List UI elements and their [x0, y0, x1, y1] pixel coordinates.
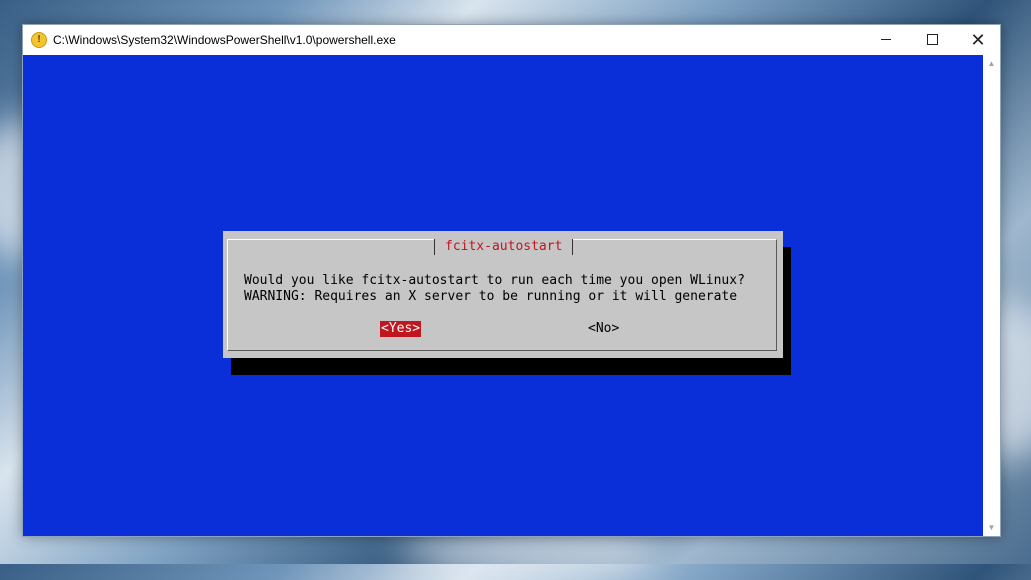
- dialog-message-line-1: Would you like fcitx-autostart to run ea…: [244, 273, 745, 288]
- scroll-up-icon[interactable]: ▲: [983, 55, 1000, 72]
- powershell-window: ! C:\Windows\System32\WindowsPowerShell\…: [22, 24, 1001, 537]
- powershell-warning-icon: !: [31, 32, 47, 48]
- minimize-icon: [881, 39, 891, 41]
- close-button[interactable]: ✕: [955, 25, 1001, 55]
- yes-button[interactable]: <Yes>: [380, 321, 422, 337]
- no-button[interactable]: <No>: [588, 321, 619, 337]
- close-icon: ✕: [970, 30, 986, 50]
- dialog-message-line-2: WARNING: Requires an X server to be runn…: [244, 289, 738, 304]
- minimize-button[interactable]: [863, 25, 909, 55]
- dialog-frame: fcitx-autostart Would you like fcitx-aut…: [227, 239, 777, 351]
- scroll-down-icon[interactable]: ▼: [983, 519, 1000, 536]
- console-area[interactable]: fcitx-autostart Would you like fcitx-aut…: [23, 55, 983, 536]
- window-title: C:\Windows\System32\WindowsPowerShell\v1…: [53, 33, 396, 47]
- vertical-scrollbar[interactable]: ▲ ▼: [983, 55, 1000, 536]
- maximize-button[interactable]: [909, 25, 955, 55]
- title-bar[interactable]: ! C:\Windows\System32\WindowsPowerShell\…: [23, 25, 1000, 55]
- fcitx-dialog: fcitx-autostart Would you like fcitx-aut…: [223, 231, 783, 358]
- maximize-icon: [926, 34, 938, 46]
- dialog-title: fcitx-autostart: [434, 239, 574, 255]
